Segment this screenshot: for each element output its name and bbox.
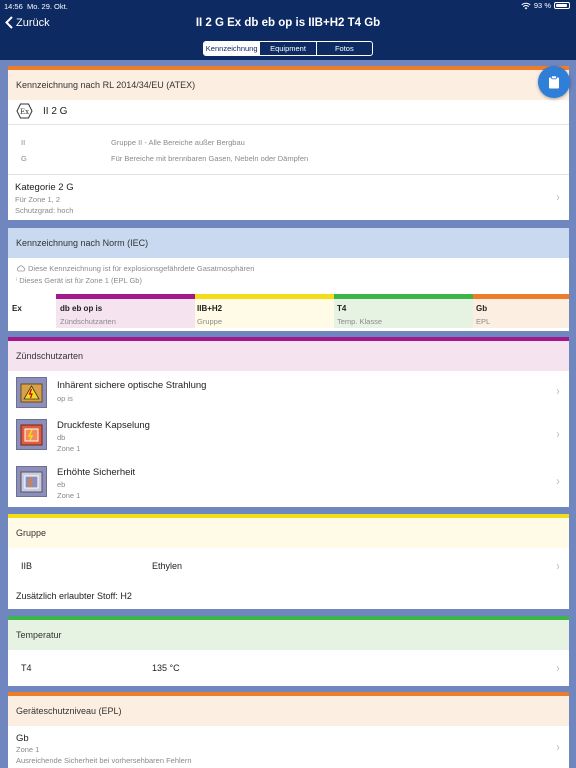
cloud-icon bbox=[17, 265, 26, 272]
iec-ex-label: Ex bbox=[12, 304, 22, 313]
protection-item-code: eb bbox=[57, 480, 66, 489]
protection-item[interactable]: Inhärent sichere optische Strahlung op i… bbox=[8, 372, 569, 414]
temperature-card: Temperatur T4 135 °C › bbox=[8, 616, 569, 686]
chevron-right-icon: › bbox=[556, 474, 560, 488]
temperature-header: Temperatur bbox=[8, 620, 569, 650]
status-time: 14:56 bbox=[4, 2, 23, 11]
flameproof-enclosure-icon bbox=[16, 419, 47, 450]
iec-note-1: Diese Kennzeichnung ist für explosionsge… bbox=[28, 264, 255, 273]
group-extra: Zusätzlich erlaubter Stoff: H2 bbox=[16, 591, 132, 601]
wifi-icon bbox=[521, 2, 531, 9]
protection-item-zone: Zone 1 bbox=[57, 491, 81, 500]
iec-header: Kennzeichnung nach Norm (IEC) bbox=[8, 228, 569, 258]
atex-header: Kennzeichnung nach RL 2014/34/EU (ATEX) bbox=[8, 70, 569, 100]
chevron-right-icon: › bbox=[556, 559, 560, 573]
group-card: Gruppe IIB Ethylen › Zusätzlich erlaubte… bbox=[8, 514, 569, 609]
atex-atmosphere-code: G bbox=[21, 154, 27, 163]
iec-col-label: EPL bbox=[476, 317, 491, 326]
chevron-right-icon: › bbox=[556, 740, 560, 754]
category-protection-level: Schutzgrad: hoch bbox=[15, 206, 74, 215]
epl-card: Geräteschutzniveau (EPL) Gb Zone 1 Ausre… bbox=[8, 692, 569, 768]
status-date: Mo. 29. Okt. bbox=[26, 2, 68, 11]
clipboard-button[interactable] bbox=[538, 66, 570, 98]
iec-col-bar bbox=[56, 294, 195, 299]
atex-group-code: II bbox=[21, 138, 26, 147]
segmented-control: Kennzeichnung Equipment Fotos bbox=[203, 41, 373, 56]
battery-fill bbox=[556, 4, 567, 7]
protection-item[interactable]: Druckfeste Kapselung db Zone 1 › bbox=[8, 415, 569, 457]
group-value: Ethylen bbox=[152, 561, 183, 571]
group-header: Gruppe bbox=[8, 518, 569, 548]
atex-marking: II 2 G bbox=[43, 105, 68, 117]
increased-safety-icon bbox=[16, 466, 47, 497]
chevron-right-icon: › bbox=[556, 427, 560, 441]
protection-item-title: Inhärent sichere optische Strahlung bbox=[57, 380, 207, 391]
category-row[interactable]: Kategorie 2 G Für Zone 1, 2 Schutzgrad: … bbox=[8, 175, 569, 220]
protection-header: Zündschutzarten bbox=[8, 341, 569, 371]
iec-col-label: Zündschutzarten bbox=[60, 317, 116, 326]
clipboard-icon bbox=[549, 75, 559, 89]
protection-card: Zündschutzarten Inhärent sichere optisch… bbox=[8, 337, 569, 507]
epl-zone: Zone 1 bbox=[16, 745, 40, 754]
info-icon: ⁱ bbox=[16, 277, 18, 285]
iec-col-label: Temp. Klasse bbox=[337, 317, 383, 326]
iec-note-atmosphere: Diese Kennzeichnung ist für explosionsge… bbox=[16, 264, 254, 273]
iec-col-bar bbox=[334, 294, 473, 299]
navigation-bar: Zurück II 2 G Ex db eb op is IIB+H2 T4 G… bbox=[0, 12, 576, 60]
group-row[interactable]: IIB Ethylen › bbox=[8, 552, 569, 580]
iec-col-value: IIB+H2 bbox=[197, 304, 223, 313]
chevron-right-icon: › bbox=[556, 661, 560, 675]
iec-col-value: Gb bbox=[476, 304, 488, 313]
status-bar: 14:56 Mo. 29. Okt. 93 % bbox=[0, 0, 576, 12]
tab-kennzeichnung[interactable]: Kennzeichnung bbox=[204, 42, 260, 55]
iec-col-group: IIB+H2 Gruppe bbox=[195, 294, 334, 328]
tab-equipment[interactable]: Equipment bbox=[259, 42, 315, 55]
svg-text:Ex: Ex bbox=[20, 108, 29, 116]
protection-item[interactable]: Erhöhte Sicherheit eb Zone 1 › bbox=[8, 462, 569, 504]
group-code: IIB bbox=[21, 561, 33, 571]
iec-col-bar bbox=[195, 294, 334, 299]
divider bbox=[8, 124, 569, 125]
atex-atmosphere-desc: Für Bereiche mit brennbaren Gasen, Nebel… bbox=[111, 154, 309, 163]
chevron-right-icon: › bbox=[556, 384, 560, 398]
iec-col-label: Gruppe bbox=[197, 317, 223, 326]
temperature-value: 135 °C bbox=[152, 663, 180, 673]
chevron-right-icon: › bbox=[556, 190, 560, 204]
category-title: Kategorie 2 G bbox=[15, 182, 74, 193]
iec-col-value: db eb op is bbox=[60, 304, 103, 313]
epl-code: Gb bbox=[16, 733, 29, 744]
iec-col-temperature: T4 Temp. Klasse bbox=[334, 294, 473, 328]
ex-hexagon-icon: Ex bbox=[16, 103, 33, 119]
category-zones: Für Zone 1, 2 bbox=[15, 195, 61, 204]
iec-col-epl: Gb EPL bbox=[473, 294, 569, 328]
temperature-code: T4 bbox=[21, 663, 32, 673]
epl-header: Geräteschutzniveau (EPL) bbox=[8, 696, 569, 726]
status-right: 93 % bbox=[521, 1, 570, 10]
page-title: II 2 G Ex db eb op is IIB+H2 T4 Gb bbox=[195, 17, 381, 29]
iec-col-bar bbox=[473, 294, 569, 299]
protection-item-title: Druckfeste Kapselung bbox=[57, 420, 150, 431]
epl-row[interactable]: Gb Zone 1 Ausreichende Sicherheit bei vo… bbox=[8, 728, 569, 768]
tab-fotos[interactable]: Fotos bbox=[315, 42, 372, 55]
epl-description: Ausreichende Sicherheit bei vorhersehbar… bbox=[16, 756, 192, 765]
protection-item-title: Erhöhte Sicherheit bbox=[57, 467, 136, 478]
iec-note-zone: ⁱ Dieses Gerät ist für Zone 1 (EPL Gb) bbox=[16, 276, 142, 285]
iec-marking-strip: db eb op is Zündschutzarten IIB+H2 Grupp… bbox=[56, 294, 569, 328]
app-screen: 14:56 Mo. 29. Okt. 93 % Zurück II 2 G Ex… bbox=[0, 0, 576, 768]
protection-item-zone: Zone 1 bbox=[57, 444, 81, 453]
iec-card: Kennzeichnung nach Norm (IEC) Diese Kenn… bbox=[8, 228, 569, 331]
atex-card: Kennzeichnung nach RL 2014/34/EU (ATEX) … bbox=[8, 66, 569, 220]
iec-note-2: Dieses Gerät ist für Zone 1 (EPL Gb) bbox=[19, 276, 142, 285]
battery-icon bbox=[554, 2, 570, 9]
protection-item-code: db bbox=[57, 433, 66, 442]
protection-item-code: op is bbox=[57, 394, 73, 403]
temperature-row[interactable]: T4 135 °C › bbox=[8, 654, 569, 682]
iec-col-value: T4 bbox=[337, 304, 347, 313]
atex-marking-row: Ex II 2 G bbox=[16, 103, 67, 119]
battery-percent: 93 % bbox=[533, 1, 551, 10]
optical-radiation-icon bbox=[16, 377, 47, 408]
status-time-date: 14:56 Mo. 29. Okt. bbox=[4, 2, 68, 11]
iec-col-protection: db eb op is Zündschutzarten bbox=[56, 294, 195, 328]
atex-group-desc: Gruppe II - Alle Bereiche außer Bergbau bbox=[111, 138, 245, 147]
